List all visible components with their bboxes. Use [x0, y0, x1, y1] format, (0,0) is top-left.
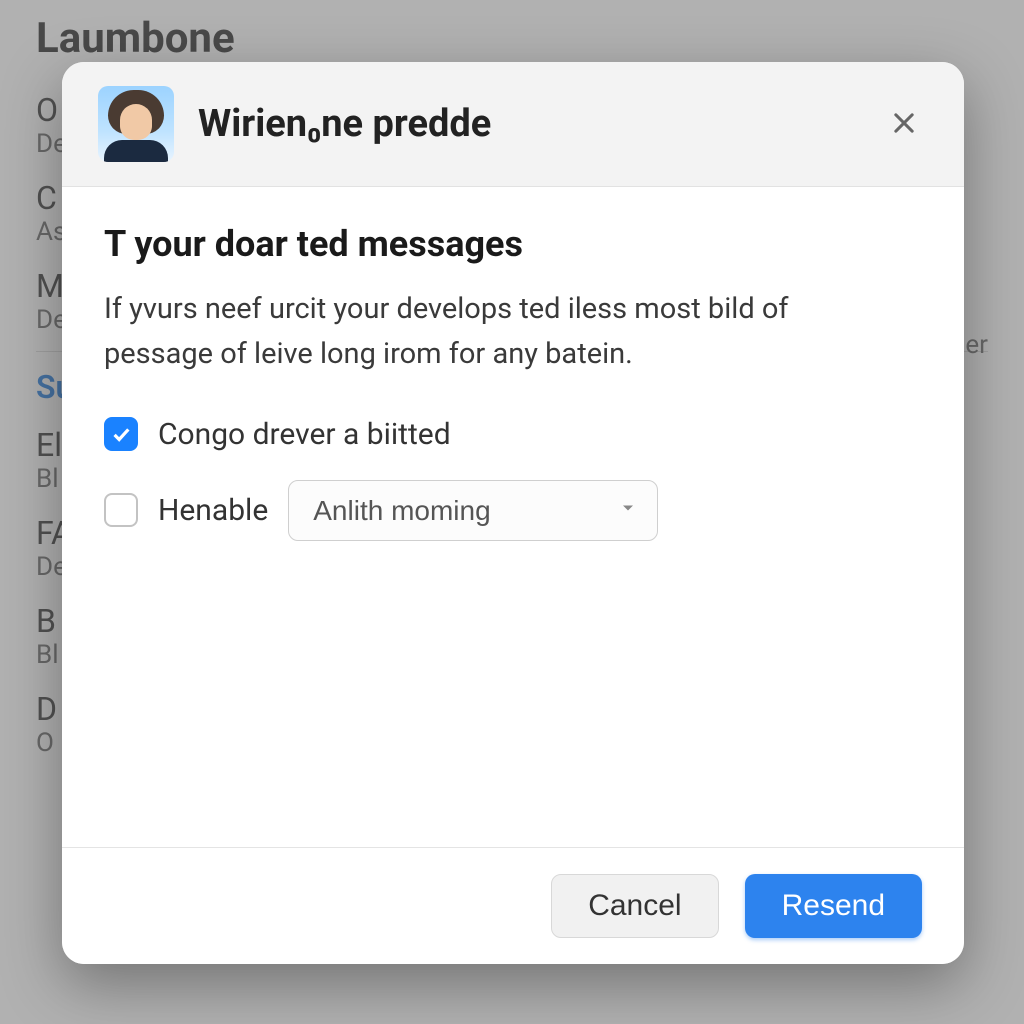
modal-header: Wirien₀ne predde [62, 62, 964, 187]
frequency-select[interactable]: Anlith moming [288, 480, 658, 541]
modal-dialog: Wirien₀ne predde T your doar ted message… [62, 62, 964, 964]
modal-title: Wirien₀ne predde [198, 102, 856, 146]
select-wrap: Anlith moming [288, 480, 658, 541]
close-button[interactable] [880, 100, 928, 148]
option-label: Henable [158, 493, 268, 528]
checkbox-congo[interactable] [104, 417, 138, 451]
option-label: Congo drever a biitted [158, 417, 451, 452]
cancel-button[interactable]: Cancel [551, 874, 718, 938]
option-row-2: Henable Anlith moming [104, 480, 922, 541]
resend-button[interactable]: Resend [745, 874, 922, 938]
modal-body: T your doar ted messages If yvurs neef u… [62, 187, 964, 847]
modal-footer: Cancel Resend [62, 847, 964, 964]
section-description: If yvurs neef urcit your develops ted il… [104, 287, 884, 377]
close-icon [890, 109, 918, 140]
option-row-1: Congo drever a biitted [104, 417, 922, 452]
checkbox-henable[interactable] [104, 493, 138, 527]
avatar [98, 86, 174, 162]
section-heading: T your doar ted messages [104, 223, 922, 265]
